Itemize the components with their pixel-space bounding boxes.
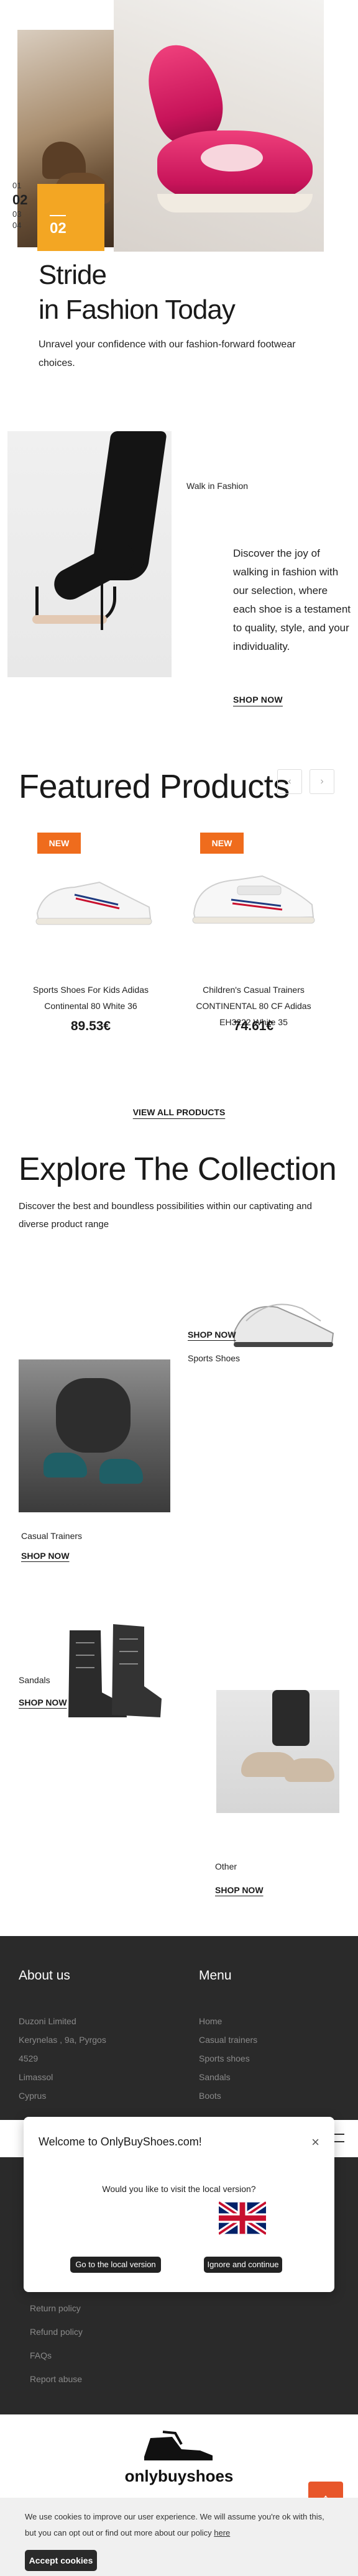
accept-cookies-button[interactable]: Accept cookies <box>25 2550 97 2571</box>
prev-arrow-button[interactable]: ‹ <box>277 769 302 794</box>
shoes-logo-icon <box>144 2431 213 2460</box>
walk-shop-now-link[interactable]: SHOP NOW <box>233 695 283 705</box>
product-price: 74.61€ <box>233 1019 274 1033</box>
modal-question: Would you like to visit the local versio… <box>102 2184 256 2194</box>
footer-menu: Home Casual trainers Sports shoes Sandal… <box>199 2012 257 2105</box>
sneaker-icon <box>192 875 315 924</box>
close-icon[interactable]: × <box>311 2134 319 2150</box>
footer-about-title: About us <box>19 1968 70 1983</box>
site-logo-text[interactable]: onlybuyshoes <box>0 2467 358 2486</box>
cookie-text: We use cookies to improve our user exper… <box>25 2512 324 2537</box>
sneaker-icon <box>35 881 152 925</box>
walk-label: Walk in Fashion <box>186 481 249 491</box>
modal-title: Welcome to OnlyBuyShoes.com! <box>39 2135 202 2148</box>
collection-link-sports[interactable]: SHOP NOW <box>188 1330 236 1340</box>
hero-pink-loafers-image <box>114 0 324 252</box>
footer-faqs[interactable]: FAQs <box>30 2344 83 2367</box>
walk-description: Discover the joy of walking in fashion w… <box>233 547 351 652</box>
product-price: 89.53€ <box>70 1019 111 1033</box>
uk-flag-icon[interactable] <box>219 2201 266 2235</box>
product-card[interactable]: NEW Sports Shoes For Kids Adidas Contine… <box>19 826 163 1044</box>
chevron-right-icon: › <box>320 776 324 787</box>
slide-01[interactable]: 01 <box>12 180 31 191</box>
next-arrow-button[interactable]: › <box>310 769 334 794</box>
sandals-legs-image <box>7 431 172 677</box>
slide-03[interactable]: 03 <box>12 209 31 220</box>
view-all-products-link[interactable]: VIEW ALL PRODUCTS <box>0 1107 358 1117</box>
slide-04[interactable]: 04 <box>12 220 31 231</box>
other-shoes-image[interactable] <box>216 1690 339 1813</box>
hero-subtitle: Unravel your confidence with our fashion… <box>39 339 296 368</box>
collection-link-casual[interactable]: SHOP NOW <box>21 1551 70 1561</box>
footer-address: Duzoni Limited Kerynelas , 9a, Pyrgos 45… <box>19 2016 106 2101</box>
footer-menu-home[interactable]: Home <box>199 2012 257 2030</box>
footer-refund-policy[interactable]: Refund policy <box>30 2320 83 2344</box>
footer-report-abuse[interactable]: Report abuse <box>30 2367 83 2391</box>
slide-pagination[interactable]: 01 02 03 04 <box>12 180 31 231</box>
footer-menu-title: Menu <box>199 1968 232 1983</box>
hero-title: Stride in Fashion Today <box>39 260 236 325</box>
collection-label-sandals: Sandals <box>19 1675 50 1685</box>
slide-02[interactable]: 02 <box>12 191 31 209</box>
featured-products-title: Featured Products <box>19 768 290 805</box>
local-version-modal: Welcome to OnlyBuyShoes.com! × Would you… <box>24 2117 334 2292</box>
collection-label-other: Other <box>215 1861 237 1871</box>
product-card[interactable]: NEW Children's Casual Trainers CONTINENT… <box>181 826 326 1044</box>
cookie-policy-link[interactable]: here <box>214 2528 230 2537</box>
footer-menu-sandals[interactable]: Sandals <box>199 2068 257 2086</box>
new-badge: NEW <box>200 833 244 854</box>
ignore-continue-button[interactable]: Ignore and continue <box>204 2257 282 2273</box>
footer-support: Return policy Refund policy FAQs Report … <box>30 2296 83 2391</box>
cookie-bar: We use cookies to improve our user exper… <box>0 2498 358 2576</box>
sports-shoes-image[interactable] <box>221 1290 339 1358</box>
collection-link-other[interactable]: SHOP NOW <box>215 1885 264 1895</box>
explore-collection-subtitle: Discover the best and boundless possibil… <box>19 1201 312 1230</box>
product-name[interactable]: Sports Shoes For Kids Adidas Continental… <box>19 982 163 1014</box>
footer-menu-casual[interactable]: Casual trainers <box>199 2030 257 2049</box>
new-badge: NEW <box>37 833 81 854</box>
casual-trainers-image[interactable] <box>19 1359 170 1512</box>
slide-number-badge: 02 <box>37 184 104 251</box>
collection-label-sports: Sports Shoes <box>188 1353 241 1363</box>
footer-menu-sports[interactable]: Sports shoes <box>199 2049 257 2068</box>
sandals-boots-image[interactable] <box>57 1618 163 1724</box>
chevron-left-icon: ‹ <box>288 776 291 787</box>
explore-collection-title: Explore The Collection <box>19 1151 337 1187</box>
footer-menu-boots[interactable]: Boots <box>199 2086 257 2105</box>
collection-link-sandals[interactable]: SHOP NOW <box>19 1697 67 1707</box>
collection-label-casual: Casual Trainers <box>21 1531 83 1541</box>
footer-return-policy[interactable]: Return policy <box>30 2296 83 2320</box>
go-local-button[interactable]: Go to the local version <box>70 2257 161 2273</box>
